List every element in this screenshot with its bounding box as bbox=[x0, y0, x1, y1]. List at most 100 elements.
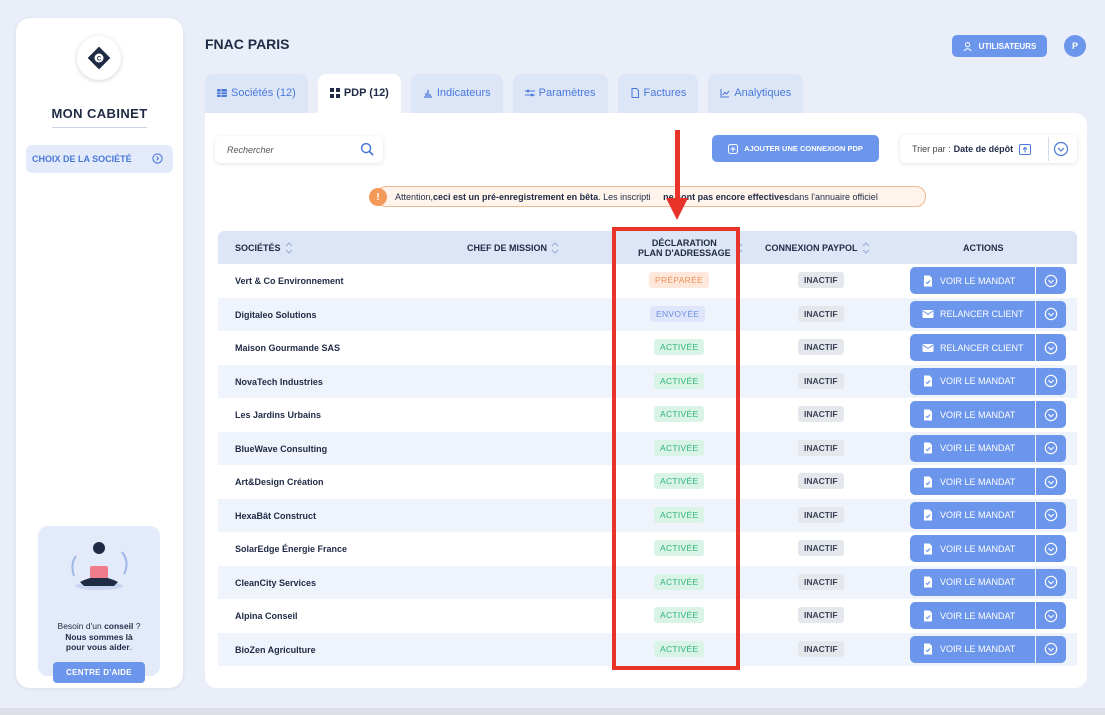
row-action-button[interactable]: VOIR LE MANDAT bbox=[910, 401, 1035, 428]
sort-control[interactable]: Trier par : Date de dépôt bbox=[900, 135, 1077, 163]
row-action-button[interactable]: VOIR LE MANDAT bbox=[910, 602, 1035, 629]
tab-bar: Sociétés (12) PDP (12) Indicateurs Param… bbox=[205, 74, 804, 114]
logo-icon: C bbox=[87, 46, 111, 70]
column-header-actions: ACTIONS bbox=[963, 242, 1004, 253]
users-button-label: UTILISATEURS bbox=[978, 41, 1037, 51]
sort-value: Date de dépôt bbox=[953, 144, 1014, 154]
row-action-menu-button[interactable] bbox=[1036, 334, 1066, 361]
tab-pdp[interactable]: PDP (12) bbox=[317, 74, 401, 114]
document-check-icon bbox=[924, 576, 932, 588]
row-action-button[interactable]: VOIR LE MANDAT bbox=[910, 635, 1035, 663]
document-check-icon bbox=[924, 275, 932, 286]
connexion-badge: INACTIF bbox=[798, 272, 844, 288]
row-action-label: VOIR LE MANDAT bbox=[940, 409, 1016, 420]
row-action-button[interactable]: VOIR LE MANDAT bbox=[910, 468, 1035, 495]
chevron-down-circle-icon bbox=[1044, 374, 1058, 388]
choose-company-button[interactable]: CHOIX DE LA SOCIÉTÉ bbox=[26, 145, 173, 173]
row-action-menu-button[interactable] bbox=[1036, 367, 1066, 395]
svg-text:C: C bbox=[97, 57, 102, 63]
warning-icon: ! bbox=[369, 188, 387, 206]
brand-name: MON CABINET bbox=[51, 106, 148, 121]
add-pdp-connection-button[interactable]: AJOUTER UNE CONNEXION PDP bbox=[712, 135, 879, 162]
connexion-badge: INACTIF bbox=[798, 573, 844, 590]
connexion-badge: INACTIF bbox=[798, 540, 844, 556]
highlight-box bbox=[612, 227, 740, 670]
row-action-label: RELANCER CLIENT bbox=[940, 309, 1024, 319]
users-icon bbox=[963, 41, 972, 51]
grid-icon bbox=[329, 88, 340, 98]
connexion-badge: INACTIF bbox=[798, 406, 844, 422]
row-action-menu-button[interactable] bbox=[1036, 535, 1066, 562]
row-action-button[interactable]: VOIR LE MANDAT bbox=[910, 501, 1035, 529]
line-chart-icon bbox=[720, 89, 730, 98]
chevron-down-circle-icon bbox=[1044, 274, 1058, 287]
company-name: Alpina Conseil bbox=[235, 611, 298, 621]
arrow-down-icon bbox=[666, 130, 688, 220]
row-action-label: VOIR LE MANDAT bbox=[940, 476, 1016, 487]
row-action-label: VOIR LE MANDAT bbox=[940, 376, 1016, 386]
tab-societes[interactable]: Sociétés (12) bbox=[205, 74, 308, 114]
add-pdp-connection-label: AJOUTER UNE CONNEXION PDP bbox=[744, 144, 863, 153]
connexion-badge: INACTIF bbox=[798, 640, 844, 657]
search-box bbox=[215, 136, 383, 163]
logo[interactable]: C bbox=[77, 36, 121, 80]
column-header-chef-mission[interactable]: CHEF DE MISSION bbox=[467, 231, 559, 264]
row-action-label: VOIR LE MANDAT bbox=[940, 610, 1016, 621]
chevron-down-circle-icon[interactable] bbox=[1053, 141, 1069, 157]
row-action-label: VOIR LE MANDAT bbox=[940, 510, 1016, 520]
chevron-down-circle-icon bbox=[1044, 341, 1058, 354]
connexion-badge: INACTIF bbox=[798, 339, 844, 355]
row-action-button[interactable]: VOIR LE MANDAT bbox=[910, 568, 1035, 596]
company-name: Vert & Co Environnement bbox=[235, 276, 344, 286]
row-action-menu-button[interactable] bbox=[1036, 635, 1066, 663]
tab-parametres[interactable]: Paramètres bbox=[512, 74, 608, 114]
company-name: Digitaleo Solutions bbox=[235, 309, 317, 320]
row-action-menu-button[interactable] bbox=[1036, 434, 1066, 462]
connexion-badge: INACTIF bbox=[798, 305, 844, 322]
users-button[interactable]: UTILISATEURS bbox=[952, 35, 1047, 57]
company-name: Les Jardins Urbains bbox=[235, 410, 322, 420]
chevron-down-circle-icon bbox=[1044, 408, 1058, 421]
row-action-label: VOIR LE MANDAT bbox=[940, 275, 1016, 286]
row-action-button[interactable]: RELANCER CLIENT bbox=[910, 334, 1035, 361]
plus-square-icon bbox=[728, 143, 739, 154]
row-action-label: RELANCER CLIENT bbox=[940, 342, 1024, 353]
company-name: SolarEdge Énergie France bbox=[235, 544, 348, 554]
row-action-menu-button[interactable] bbox=[1036, 602, 1066, 629]
column-header-connexion[interactable]: CONNEXION PAYPOL bbox=[765, 231, 870, 264]
connexion-badge: INACTIF bbox=[798, 439, 844, 456]
search-icon[interactable] bbox=[360, 142, 375, 157]
chevron-down-circle-icon bbox=[1044, 542, 1058, 555]
row-action-button[interactable]: VOIR LE MANDAT bbox=[910, 434, 1035, 462]
help-text: Besoin d'un conseil ? Nous sommes là pou… bbox=[57, 621, 141, 652]
chevron-down-circle-icon bbox=[1044, 575, 1058, 589]
row-action-button[interactable]: VOIR LE MANDAT bbox=[910, 267, 1035, 294]
mail-icon bbox=[922, 310, 934, 318]
company-name: BlueWave Consulting bbox=[235, 443, 328, 454]
row-action-menu-button[interactable] bbox=[1036, 468, 1066, 495]
document-check-icon bbox=[924, 375, 932, 387]
row-action-label: VOIR LE MANDAT bbox=[940, 577, 1016, 587]
tab-factures[interactable]: Factures bbox=[617, 74, 699, 114]
calendar-upload-icon bbox=[1019, 144, 1032, 155]
search-input[interactable] bbox=[215, 144, 355, 155]
column-header-societes[interactable]: SOCIÉTÉS bbox=[235, 231, 293, 264]
avatar[interactable]: P bbox=[1064, 35, 1086, 57]
row-action-menu-button[interactable] bbox=[1036, 568, 1066, 596]
row-action-button[interactable]: VOIR LE MANDAT bbox=[910, 367, 1035, 395]
row-action-button[interactable]: RELANCER CLIENT bbox=[910, 300, 1035, 328]
tab-indicateurs[interactable]: Indicateurs bbox=[410, 74, 503, 114]
company-name: NovaTech Industries bbox=[235, 376, 323, 387]
row-action-menu-button[interactable] bbox=[1036, 267, 1066, 294]
tab-analytiques[interactable]: Analytiques bbox=[708, 74, 804, 114]
document-check-icon bbox=[924, 476, 932, 487]
row-action-label: VOIR LE MANDAT bbox=[940, 443, 1016, 453]
row-action-menu-button[interactable] bbox=[1036, 501, 1066, 529]
row-action-menu-button[interactable] bbox=[1036, 401, 1066, 428]
help-card: Besoin d'un conseil ? Nous sommes là pou… bbox=[38, 526, 160, 683]
company-name: Art&Design Création bbox=[235, 477, 324, 487]
row-action-button[interactable]: VOIR LE MANDAT bbox=[910, 535, 1035, 562]
table-icon bbox=[217, 89, 227, 97]
row-action-menu-button[interactable] bbox=[1036, 300, 1066, 328]
help-center-button[interactable]: CENTRE D'AIDE bbox=[53, 662, 145, 683]
